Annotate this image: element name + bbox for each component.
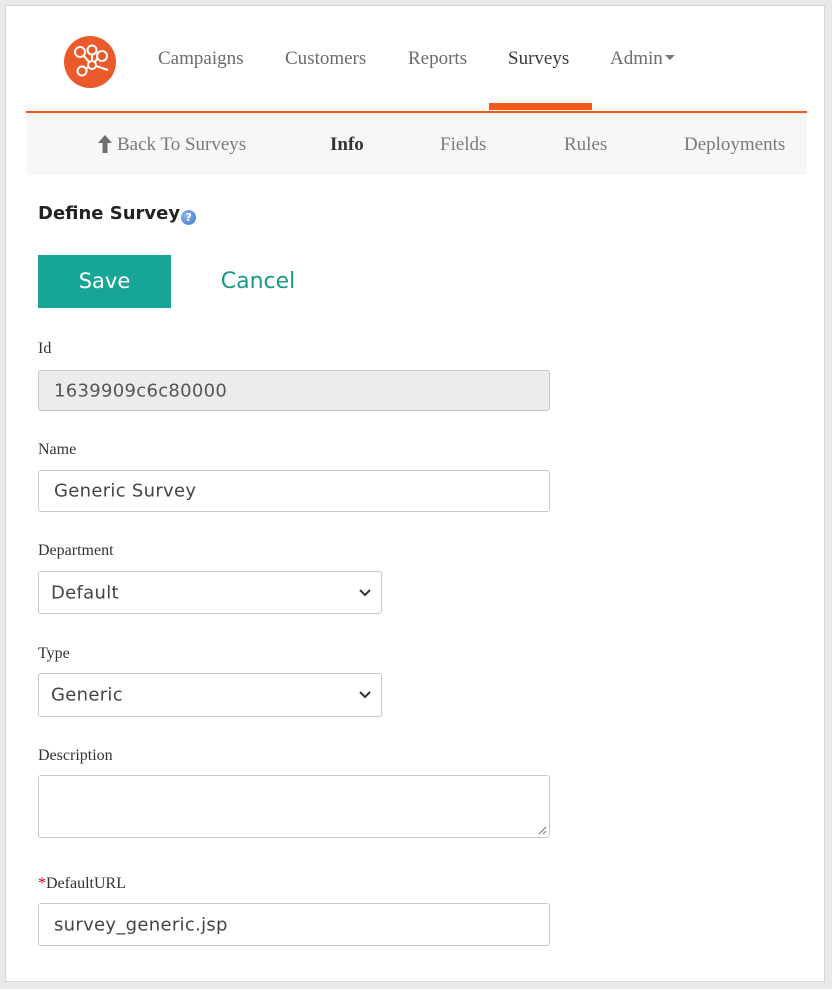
nav-reports[interactable]: Reports: [408, 48, 467, 70]
default-url-value: survey_generic.jsp: [54, 914, 228, 935]
resize-handle-icon[interactable]: [537, 825, 547, 835]
chevron-down-icon: [359, 691, 371, 699]
back-to-surveys-link[interactable]: Back To Surveys: [97, 134, 246, 156]
description-textarea[interactable]: [38, 775, 550, 838]
caret-down-icon: [664, 55, 675, 61]
default-url-label: *DefaultURL: [38, 875, 126, 893]
required-mark: *: [38, 875, 46, 892]
app-logo[interactable]: [64, 36, 116, 88]
department-label: Department: [38, 542, 114, 559]
network-logo-icon: [74, 44, 109, 77]
help-icon[interactable]: ?: [181, 210, 197, 225]
page-title-text: Define Survey: [38, 203, 181, 224]
department-value: Default: [51, 582, 119, 603]
id-field: 1639909c6c80000: [38, 370, 550, 411]
type-value: Generic: [51, 684, 123, 706]
id-label: Id: [38, 340, 52, 357]
tab-deployments[interactable]: Deployments: [684, 134, 785, 156]
chevron-down-icon: [359, 588, 371, 596]
default-url-input[interactable]: survey_generic.jsp: [38, 903, 550, 946]
nav-customers[interactable]: Customers: [285, 48, 366, 70]
page-frame: Campaigns Customers Reports Surveys Admi…: [5, 5, 825, 982]
description-label: Description: [38, 747, 113, 764]
default-url-label-text: DefaultURL: [46, 875, 126, 892]
tab-fields[interactable]: Fields: [440, 134, 486, 156]
type-label: Type: [38, 645, 70, 662]
arrow-up-icon: [98, 135, 112, 153]
name-input[interactable]: Generic Survey: [38, 470, 550, 512]
type-select[interactable]: Generic: [38, 673, 382, 717]
active-tab-indicator: [489, 103, 592, 110]
nav-admin[interactable]: Admin: [610, 48, 675, 70]
nav-admin-label: Admin: [610, 48, 663, 69]
id-value: 1639909c6c80000: [54, 380, 228, 401]
cancel-button[interactable]: Cancel: [200, 255, 316, 308]
name-value: Generic Survey: [54, 480, 197, 502]
department-select[interactable]: Default: [38, 571, 382, 614]
save-button[interactable]: Save: [38, 255, 171, 308]
tab-rules[interactable]: Rules: [564, 134, 607, 156]
nav-campaigns[interactable]: Campaigns: [158, 48, 244, 70]
nav-surveys[interactable]: Surveys: [508, 48, 569, 70]
sub-navigation: Back To Surveys Info Fields Rules Deploy…: [26, 113, 807, 175]
page-title: Define Survey?: [38, 203, 197, 225]
tab-info[interactable]: Info: [330, 134, 364, 156]
name-label: Name: [38, 441, 77, 458]
back-label: Back To Surveys: [117, 134, 247, 155]
